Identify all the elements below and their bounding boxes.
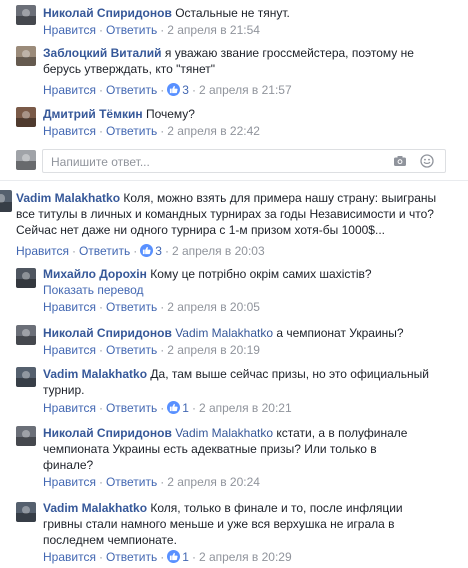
comment-text: последнем чемпионате. — [43, 533, 177, 547]
reply-button[interactable]: Ответить — [106, 23, 157, 37]
avatar[interactable] — [16, 325, 36, 345]
like-button[interactable]: Нравится — [43, 83, 96, 97]
comment-text: турнир. — [43, 383, 85, 397]
comment-author[interactable]: Заблоцкий Виталий — [43, 46, 162, 60]
comment-body: Vadim Malakhatko Коля, можно взять для п… — [16, 190, 461, 238]
reply-input[interactable] — [49, 152, 373, 171]
comment-author[interactable]: Николай Спиридонов — [43, 6, 172, 20]
comment-actions: Нравится · Ответить · 2 апреля в 21:54 — [43, 23, 260, 37]
like-button[interactable]: Нравится — [43, 300, 96, 314]
reply-button[interactable]: Ответить — [106, 401, 157, 415]
comment-actions: Нравится · Ответить · 2 апреля в 20:05 — [43, 300, 260, 314]
avatar[interactable] — [16, 426, 36, 446]
comment-author[interactable]: Vadim Malakhatko — [43, 367, 147, 381]
camera-icon[interactable] — [393, 154, 407, 168]
comment-actions: Нравится · Ответить · 1 · 2 апреля в 20:29 — [43, 550, 292, 564]
timestamp[interactable]: 2 апреля в 20:05 — [167, 300, 260, 314]
comment-text: Да, там выше сейчас призы, но это официа… — [150, 367, 429, 381]
comment-author[interactable]: Vadim Malakhatko — [43, 501, 147, 515]
comment-body: Vadim Malakhatko Да, там выше сейчас при… — [43, 366, 453, 398]
comment-text: берусь утверждать, кто "тянет" — [43, 62, 216, 76]
comment-body: Николай Спиридонов Остальные не тянут. — [43, 5, 453, 21]
likes-count[interactable]: 3 — [155, 244, 162, 258]
reply-button[interactable]: Ответить — [106, 343, 157, 357]
reply-button[interactable]: Ответить — [106, 475, 157, 489]
comment-text: финале? — [43, 458, 94, 472]
comment-text: все титулы в личных и командных турнирах… — [16, 207, 434, 221]
timestamp[interactable]: 2 апреля в 21:54 — [167, 23, 260, 37]
reply-button[interactable]: Ответить — [106, 83, 157, 97]
avatar[interactable] — [16, 107, 36, 127]
like-button[interactable]: Нравится — [16, 244, 69, 258]
like-button[interactable]: Нравится — [43, 401, 96, 415]
comment-text: гривны стали намного меньше и уже вся ве… — [43, 517, 395, 531]
comment-actions: Нравится · Ответить · 2 апреля в 20:24 — [43, 475, 260, 489]
comment-text: чемпионата Украины есть адекватные призы… — [43, 442, 377, 456]
comment-body: Vadim Malakhatko Коля, только в финале и… — [43, 500, 453, 548]
like-icon[interactable] — [140, 244, 154, 257]
comment-text: Остальные не тянут. — [175, 6, 290, 20]
translate-link[interactable]: Показать перевод — [43, 282, 144, 298]
comment-text: я уважаю звание гроссмейстера, поэтому н… — [164, 46, 414, 60]
comment-body: Николай Спиридонов Vadim Malakhatko кста… — [43, 425, 453, 473]
like-button[interactable]: Нравится — [43, 550, 96, 564]
reply-button[interactable]: Ответить — [106, 300, 157, 314]
divider — [0, 180, 468, 181]
like-button[interactable]: Нравится — [43, 475, 96, 489]
like-icon[interactable] — [167, 401, 181, 414]
likes-count[interactable]: 3 — [182, 83, 189, 97]
avatar[interactable] — [16, 367, 36, 387]
comment-actions: Нравится · Ответить · 3 · 2 апреля в 21:57 — [43, 83, 292, 97]
comment-author[interactable]: Николай Спиридонов — [43, 426, 172, 440]
timestamp[interactable]: 2 апреля в 20:03 — [172, 244, 265, 258]
like-button[interactable]: Нравится — [43, 23, 96, 37]
likes-count[interactable]: 1 — [182, 401, 189, 415]
timestamp[interactable]: 2 апреля в 21:57 — [199, 83, 292, 97]
comment-text: кстати, а в полуфинале — [276, 426, 408, 440]
comment-body: Николай Спиридонов Vadim Malakhatko а че… — [43, 325, 453, 341]
avatar[interactable] — [16, 46, 36, 66]
comment-body: Заблоцкий Виталий я уважаю звание гроссм… — [43, 45, 453, 77]
avatar[interactable] — [16, 5, 36, 25]
like-button[interactable]: Нравится — [43, 124, 96, 138]
timestamp[interactable]: 2 апреля в 20:21 — [199, 401, 292, 415]
comment-text: Кому це потрібно окрім самих шахістів? — [150, 267, 372, 281]
comment-actions: Нравится · Ответить · 1 · 2 апреля в 20:21 — [43, 401, 292, 415]
current-user-avatar — [16, 150, 36, 170]
timestamp[interactable]: 2 апреля в 20:19 — [167, 343, 260, 357]
like-button[interactable]: Нравится — [43, 343, 96, 357]
comment-actions: Нравится · Ответить · 3 · 2 апреля в 20:03 — [16, 244, 265, 258]
like-icon[interactable] — [167, 550, 181, 563]
emoji-icon[interactable] — [420, 154, 434, 168]
comment-text: Сейчас нет даже ни одного турнира с 1-м … — [16, 223, 385, 237]
reply-button[interactable]: Ответить — [79, 244, 130, 258]
avatar[interactable] — [16, 502, 36, 522]
comment-actions: Нравится · Ответить · 2 апреля в 22:42 — [43, 124, 260, 138]
timestamp[interactable]: 2 апреля в 20:24 — [167, 475, 260, 489]
comment-author[interactable]: Михайло Дорохін — [43, 267, 147, 281]
reply-box — [42, 149, 446, 173]
like-icon[interactable] — [167, 83, 181, 96]
likes-count[interactable]: 1 — [182, 550, 189, 564]
avatar[interactable] — [16, 268, 36, 288]
avatar[interactable] — [0, 190, 12, 212]
comment-author[interactable]: Николай Спиридонов — [43, 326, 172, 340]
comment-actions: Нравится · Ответить · 2 апреля в 20:19 — [43, 343, 260, 357]
comment-body: Дмитрий Тёмкин Почему? — [43, 106, 453, 122]
comment-text: а чемпионат Украины? — [276, 326, 404, 340]
comment-body: Михайло Дорохін Кому це потрібно окрім с… — [43, 266, 453, 282]
reply-button[interactable]: Ответить — [106, 124, 157, 138]
comment-text: Коля, только в финале и то, после инфляц… — [150, 501, 403, 515]
reply-button[interactable]: Ответить — [106, 550, 157, 564]
timestamp[interactable]: 2 апреля в 22:42 — [167, 124, 260, 138]
comment-author[interactable]: Дмитрий Тёмкин — [43, 107, 143, 121]
comment-text: Коля, можно взять для примера нашу стран… — [123, 191, 437, 205]
timestamp[interactable]: 2 апреля в 20:29 — [199, 550, 292, 564]
comment-text: Почему? — [145, 107, 195, 121]
comment-author[interactable]: Vadim Malakhatko — [16, 191, 120, 205]
mention-link[interactable]: Vadim Malakhatko — [175, 326, 273, 340]
mention-link[interactable]: Vadim Malakhatko — [175, 426, 273, 440]
